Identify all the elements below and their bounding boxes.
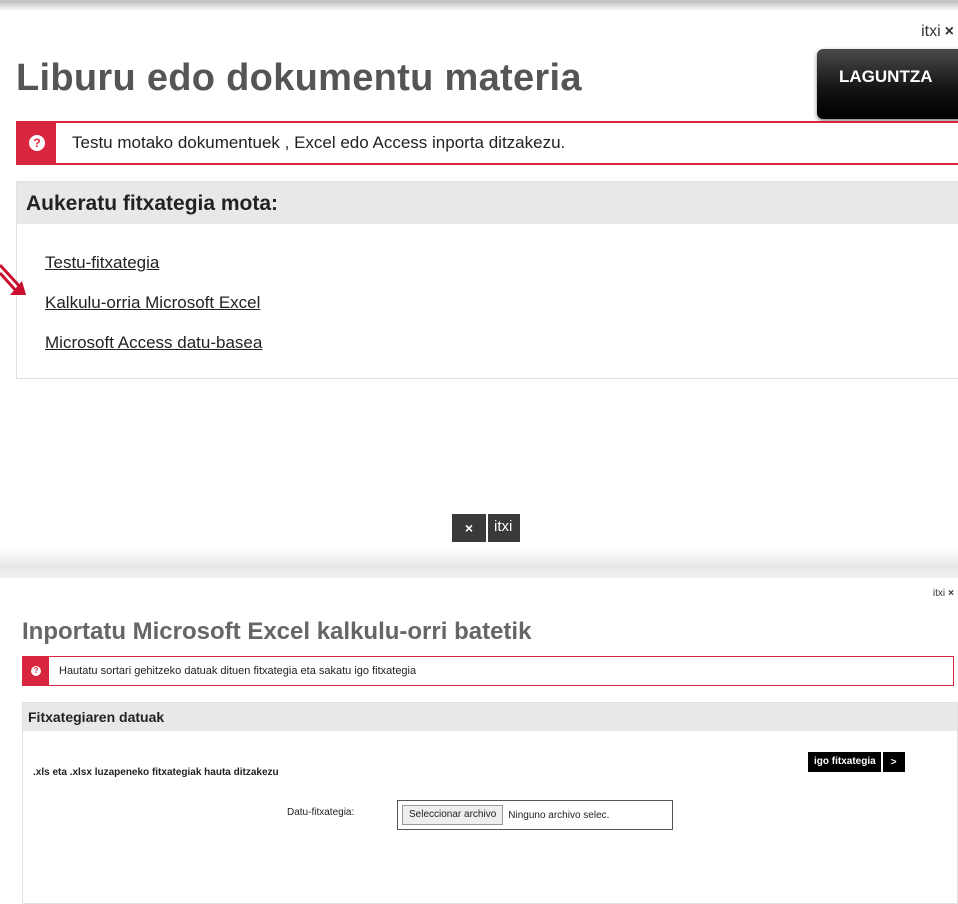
- alert-icon-box: ?: [23, 657, 49, 685]
- close-label: itxi: [488, 514, 521, 542]
- close-icon: ×: [944, 23, 954, 40]
- file-type-options: Testu-fitxategia Kalkulu-orria Microsoft…: [17, 224, 958, 353]
- excel-import-dialog: itxi × Inportatu Microsoft Excel kalkulu-…: [0, 578, 958, 904]
- upload-label: igo fitxategia: [808, 752, 881, 772]
- question-icon: ?: [31, 666, 41, 676]
- extension-hint: .xls eta .xlsx luzapeneko fitxategiak ha…: [33, 767, 279, 778]
- help-button[interactable]: LAGUNTZA: [817, 49, 958, 119]
- file-type-section: Aukeratu fitxategia mota: Testu-fitxateg…: [16, 181, 958, 379]
- top-shadow-line: [0, 1, 958, 11]
- close-label: itxi: [921, 23, 941, 40]
- close-button-bottom[interactable]: × itxi: [452, 514, 521, 542]
- chevron-right-icon: >: [882, 752, 905, 772]
- data-file-label: Datu-fitxategia:: [287, 807, 355, 818]
- alert-text: Testu motako dokumentuek , Excel edo Acc…: [72, 133, 566, 152]
- close-link-top[interactable]: itxi ×: [933, 588, 954, 599]
- question-icon: ?: [29, 135, 45, 151]
- info-alert: ? Testu motako dokumentuek , Excel edo A…: [16, 121, 958, 165]
- section-title: Fitxategiaren datuak: [23, 703, 957, 731]
- option-text-file[interactable]: Testu-fitxategia: [45, 252, 958, 273]
- close-link-top[interactable]: itxi ×: [921, 23, 954, 41]
- alert-icon-box: ?: [18, 123, 56, 163]
- choose-file-button[interactable]: Seleccionar archivo: [402, 805, 504, 825]
- info-alert: ? Hautatu sortari gehitzeko datuak ditue…: [22, 656, 954, 686]
- pointer-arrow-icon: [0, 263, 26, 295]
- section-title: Aukeratu fitxategia mota:: [17, 182, 958, 224]
- file-type-dialog: itxi × Liburu edo dokumentu materia LAGUN…: [0, 0, 958, 548]
- file-input[interactable]: Seleccionar archivo Ninguno archivo sele…: [397, 800, 673, 830]
- close-icon: ×: [452, 514, 486, 542]
- option-access-file[interactable]: Microsoft Access datu-basea: [45, 332, 958, 353]
- page-title: Liburu edo dokumentu materia: [16, 57, 582, 99]
- upload-file-button[interactable]: igo fitxategia >: [808, 752, 905, 772]
- close-label: itxi: [932, 588, 946, 599]
- page-title: Inportatu Microsoft Excel kalkulu-orri b…: [22, 618, 532, 645]
- alert-text: Hautatu sortari gehitzeko datuak dituen …: [59, 665, 417, 677]
- close-icon: ×: [948, 588, 954, 599]
- option-excel-file[interactable]: Kalkulu-orria Microsoft Excel: [45, 292, 958, 313]
- file-status: Ninguno archivo selec.: [508, 809, 610, 821]
- file-data-section: Fitxategiaren datuak .xls eta .xlsx luza…: [22, 702, 958, 904]
